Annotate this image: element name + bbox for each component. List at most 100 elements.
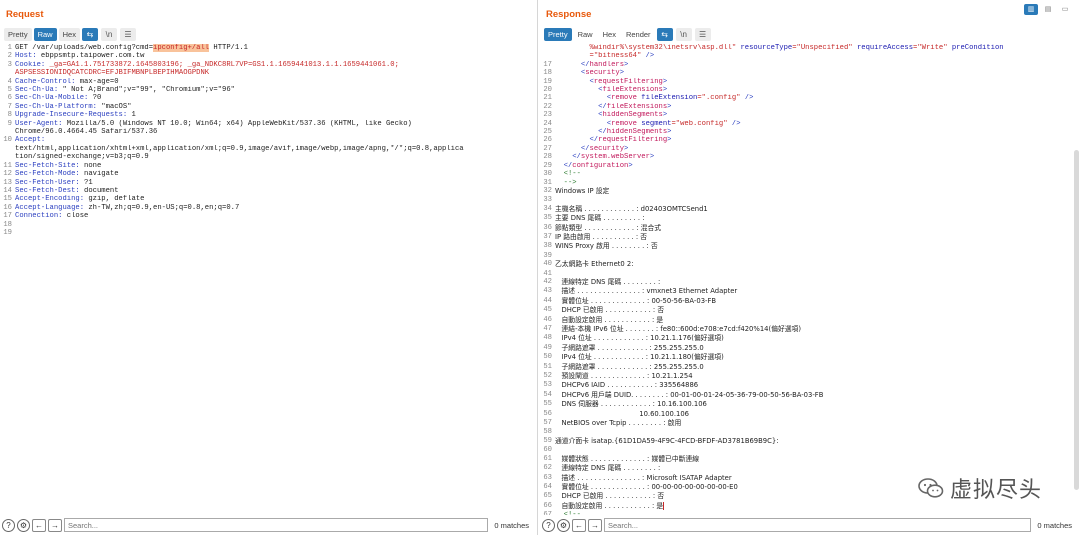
line-number: 7 [7,102,12,111]
line-number: 44 [543,296,552,305]
prev-arrow-icon[interactable]: ← [32,518,46,532]
tab-pretty[interactable]: Pretty [544,27,572,41]
request-search-input[interactable] [64,518,489,532]
line-number: 38 [543,242,552,251]
code-line: 53 DHCPv6 IAID . . . . . . . . . . . : 3… [540,381,1080,390]
settings-gear-icon[interactable]: ⚙ [557,518,570,532]
response-search-input[interactable] [604,518,1032,532]
code-line: 37 IP 路由啟用 . . . . . . . . . . : 否 [540,233,1080,242]
code-token: 連線特定 DNS 尾碼 . . . . . . . . : [555,464,661,473]
line-content: 媒體狀態 . . . . . . . . . . . . . : 媒體已中斷連線 [555,455,1080,464]
line-content: 預設閘道 . . . . . . . . . . . . . : 10.21.1… [555,372,1080,381]
code-line: 46 自動設定啟用 . . . . . . . . . . . : 是 [540,316,1080,325]
code-token: 媒體狀態 . . . . . . . . . . . . . : 媒體已中斷連線 [555,454,700,463]
line-content: 實體位址 . . . . . . . . . . . . . : 00-50-5… [555,297,1080,306]
code-token: resourceType [740,44,793,52]
line-content: 通道介面卡 isatap.{61D1DA59-4F9C-4FCD-BFDF-AD… [555,437,1080,446]
menu-icon[interactable]: ☰ [119,27,136,41]
code-token: < [555,86,603,95]
request-toolbar: Pretty Raw Hex ⇆ \n ☰ [4,27,139,41]
code-line: 24 <remove segment="web.config" /> [540,120,1080,128]
line-number: 8 [7,111,12,120]
code-line: 50 IPv4 位址 . . . . . . . . . . . . : 10.… [540,353,1080,362]
tab-raw[interactable]: Raw [574,28,597,41]
code-line: 29 </configuration> [540,162,1080,170]
newline-icon[interactable]: \n [675,27,692,41]
line-content: 主機名稱 . . . . . . . . . . . . : d02403OMT… [555,205,1080,214]
line-number: 4 [7,77,12,86]
code-token: requestFiltering [598,136,668,145]
line-number: 1 [7,44,12,52]
next-arrow-icon[interactable]: → [588,518,602,532]
response-scrollbar[interactable] [1074,150,1079,490]
line-content: Accept-Language: zh-TW,zh;q=0.9,en-US;q=… [15,204,537,212]
code-token: < [555,77,594,86]
line-content: </requestFiltering> [555,136,1080,144]
next-arrow-icon[interactable]: → [48,518,62,532]
code-token: " Not A;Brand";v="99", "Chromium";v="96" [58,86,235,95]
line-number [0,153,12,161]
tab-pretty[interactable]: Pretty [4,27,32,41]
code-token: 主機名稱 . . . . . . . . . . . . : d02403OMT… [555,204,708,213]
response-editor[interactable]: %windir%\system32\inetsrv\asp.dll" resou… [540,44,1080,515]
code-token: </ [555,161,573,170]
code-line: 42 連線特定 DNS 尾碼 . . . . . . . . : [540,278,1080,287]
tab-raw[interactable]: Raw [33,27,57,41]
code-line: 27 </security> [540,145,1080,153]
code-line: text/html,application/xhtml+xml,applicat… [0,145,537,153]
line-content: </configuration> [555,162,1080,170]
code-line: 41 [540,270,1080,278]
line-content: <fileExtensions> [555,86,1080,94]
line-content: IPv4 位址 . . . . . . . . . . . . : 10.21.… [555,353,1080,362]
code-token: Accept: [15,136,46,145]
tab-hex[interactable]: Hex [599,28,620,41]
wrap-icon[interactable]: ⇆ [81,27,98,41]
code-line: 36 節點類型 . . . . . . . . . . . . : 混合式 [540,224,1080,233]
tab-hex[interactable]: Hex [58,27,80,41]
code-token: 乙太網路卡 Ethernet0 2: [555,260,634,269]
code-token: Host: [15,52,37,61]
newline-icon[interactable]: \n [100,27,117,41]
line-content: ASPSESSIONIDQCATCDRC=EFJBIFMBNPLBEPIHMAO… [15,69,537,77]
code-token: gzip, deflate [84,195,145,204]
line-content: 10.60.100.106 [555,410,1080,419]
line-number: 22 [543,102,552,111]
response-title: Response [546,9,592,20]
code-line: 56 10.60.100.106 [540,410,1080,419]
line-number: 60 [543,446,552,455]
line-content: --> [555,179,1080,187]
horizontal-view-icon[interactable]: ▤ [1041,4,1055,15]
line-number: 32 [543,186,552,195]
menu-icon[interactable]: ☰ [694,27,711,41]
code-line: 61 媒體狀態 . . . . . . . . . . . . . : 媒體已中… [540,455,1080,464]
code-token: < [555,94,612,103]
code-token: Windows IP 設定 [555,186,610,195]
code-token: none [79,161,102,170]
code-token: text/html,application/xhtml+xml,applicat… [15,144,464,153]
help-icon[interactable]: ? [542,518,555,532]
code-line: 3 Cookie: _ga=GA1.1.751733872.1645803196;… [0,61,537,69]
code-line: 4 Cache-Control: max-age=0 [0,78,537,86]
wrap-icon[interactable]: ⇆ [656,27,673,41]
code-token: 1 [127,111,136,120]
code-token: </ [555,144,590,153]
line-number [540,44,552,52]
code-line: 43 描述 . . . . . . . . . . . . . . . : vm… [540,287,1080,296]
code-token: NetBIOS over Tcpip . . . . . . . . : 啟用 [555,419,682,428]
code-token: ?0 [88,94,102,103]
line-content: 乙太網路卡 Ethernet0 2: [555,260,1080,269]
line-content: <requestFiltering> [555,78,1080,86]
help-icon[interactable]: ? [2,518,15,532]
watermark-text: 虚拟尽头 [949,478,1042,503]
line-content: 節點類型 . . . . . . . . . . . . : 混合式 [555,224,1080,233]
line-number: 45 [543,306,552,315]
code-token: ="Write" [913,44,952,52]
request-editor[interactable]: 1 GET /var/uploads/web.config?cmd=ipconfi… [0,44,537,515]
prev-arrow-icon[interactable]: ← [572,518,586,532]
tab-render[interactable]: Render [622,28,655,41]
settings-gear-icon[interactable]: ⚙ [17,518,30,532]
split-view-icon[interactable]: ▥ [1024,4,1038,15]
line-number: 47 [543,325,552,333]
single-view-icon[interactable]: ▭ [1058,4,1072,15]
line-content: Sec-Fetch-Site: none [15,162,537,170]
